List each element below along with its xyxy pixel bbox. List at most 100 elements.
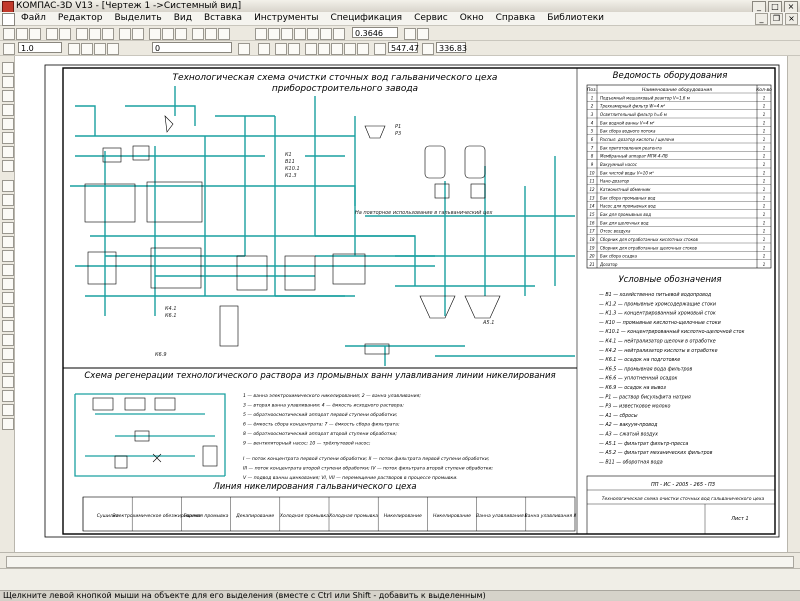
zoom-window-icon[interactable] <box>294 28 306 40</box>
help-icon[interactable] <box>218 28 230 40</box>
regen-note: 1 — ванна электрохимического никелирован… <box>243 393 421 399</box>
round-icon[interactable] <box>331 43 343 55</box>
drawing-canvas[interactable]: Технологическая схема очистки сточных во… <box>15 56 787 552</box>
point-icon[interactable] <box>2 180 14 192</box>
refresh-icon[interactable] <box>255 28 267 40</box>
grid-toggle-icon[interactable] <box>288 43 300 55</box>
chamfer-icon[interactable] <box>2 334 14 346</box>
paste-icon[interactable] <box>102 28 114 40</box>
pan-icon[interactable] <box>307 28 319 40</box>
undo-icon[interactable] <box>119 28 131 40</box>
polyline-icon[interactable] <box>2 264 14 276</box>
layer-props-icon[interactable] <box>238 43 250 55</box>
line-cell: Ванна улавливания II <box>525 513 577 519</box>
horizontal-scrollbar[interactable] <box>0 552 800 569</box>
dimensions-icon[interactable] <box>2 76 14 88</box>
table-tool-icon[interactable] <box>2 418 14 430</box>
layer-field[interactable]: 0 <box>152 42 232 53</box>
properties-icon[interactable] <box>149 28 161 40</box>
regen-note: I — поток концентрата первой ступени обр… <box>243 456 490 462</box>
cs-icon[interactable] <box>305 43 317 55</box>
mdi-close-button[interactable]: × <box>785 13 798 25</box>
manager-icon[interactable] <box>162 28 174 40</box>
equipment-cell: Бак сбора промывных вод <box>600 195 656 200</box>
contour-icon[interactable] <box>2 376 14 388</box>
cut-icon[interactable] <box>76 28 88 40</box>
zoom-in-icon[interactable] <box>268 28 280 40</box>
legend-list: — В1 — хозяйственно питьевой водопровод —… <box>599 292 745 465</box>
open-file-icon[interactable] <box>16 28 28 40</box>
geometry-icon[interactable] <box>2 62 14 74</box>
edit-icon[interactable] <box>2 104 14 116</box>
document-icon[interactable] <box>2 13 15 26</box>
circle-icon[interactable] <box>2 222 14 234</box>
zoom-dynamic-icon[interactable] <box>333 28 345 40</box>
menu-specification[interactable]: Спецификация <box>329 12 403 25</box>
window-title: КОМПАС-3D V13 - [Чертеж 1 ->Системный ви… <box>16 1 242 11</box>
menu-window[interactable]: Окно <box>459 12 485 25</box>
equidistant-icon[interactable] <box>2 362 14 374</box>
menu-view[interactable]: Вид <box>173 12 193 25</box>
zoom-all-icon[interactable] <box>320 28 332 40</box>
ellipse-icon[interactable] <box>2 250 14 262</box>
style-icon[interactable] <box>3 43 15 55</box>
copy-icon[interactable] <box>89 28 101 40</box>
text-tool-icon[interactable] <box>2 404 14 416</box>
measure-icon[interactable] <box>205 28 217 40</box>
snap-icon[interactable] <box>417 28 429 40</box>
hatch-icon[interactable] <box>2 320 14 332</box>
save-icon[interactable] <box>29 28 41 40</box>
new-file-icon[interactable] <box>3 28 15 40</box>
menu-help[interactable]: Справка <box>495 12 537 25</box>
view-icon[interactable] <box>81 43 93 55</box>
equipment-cell: Катионитный обменник <box>600 187 651 192</box>
ortho-icon[interactable] <box>258 43 270 55</box>
fillet-icon[interactable] <box>2 348 14 360</box>
menu-file[interactable]: Файл <box>20 12 47 25</box>
local-cs-icon[interactable] <box>107 43 119 55</box>
preview-icon[interactable] <box>59 28 71 40</box>
menu-libraries[interactable]: Библиотеки <box>546 12 605 25</box>
regen-pump-9 <box>152 453 162 463</box>
segment-icon[interactable] <box>2 208 14 220</box>
state-icon[interactable] <box>94 43 106 55</box>
menu-tools[interactable]: Инструменты <box>253 12 319 25</box>
print-icon[interactable] <box>46 28 58 40</box>
y-coordinate-field[interactable]: 336.83 <box>436 42 467 53</box>
grid-icon[interactable] <box>404 28 416 40</box>
zoom-field[interactable]: 0.3646 <box>352 27 398 38</box>
selection-icon[interactable] <box>2 146 14 158</box>
menu-edit[interactable]: Редактор <box>57 12 104 25</box>
flow-label: А5.1 <box>482 320 494 326</box>
polygon-icon[interactable] <box>2 306 14 318</box>
spec-icon[interactable] <box>2 160 14 172</box>
equipment-cell: Мембранный аппарат МГМ-4-ЛВ <box>600 154 668 159</box>
measure-2d-icon[interactable] <box>2 132 14 144</box>
mdi-minimize-button[interactable]: _ <box>755 13 768 25</box>
layer-icon[interactable] <box>68 43 80 55</box>
equipment-cell: 19 <box>589 245 595 250</box>
arc-icon[interactable] <box>2 236 14 248</box>
auxiliary-line-icon[interactable] <box>2 390 14 402</box>
snap-toggle-icon[interactable] <box>275 43 287 55</box>
designations-icon[interactable] <box>2 90 14 102</box>
menu-insert[interactable]: Вставка <box>203 12 243 25</box>
x-coordinate-field[interactable]: 547.47 <box>388 42 419 53</box>
zoom-out-icon[interactable] <box>281 28 293 40</box>
vertical-scrollbar[interactable] <box>787 56 800 552</box>
step-icon[interactable] <box>357 43 369 55</box>
menu-service[interactable]: Сервис <box>413 12 449 25</box>
menu-select[interactable]: Выделить <box>113 12 162 25</box>
angle-icon[interactable] <box>344 43 356 55</box>
library-icon[interactable] <box>175 28 187 40</box>
legend-item: — А1 — сбросы <box>599 413 638 419</box>
spline-icon[interactable] <box>2 278 14 290</box>
cursor-icon[interactable] <box>318 43 330 55</box>
variables-icon[interactable] <box>192 28 204 40</box>
parametrization-icon[interactable] <box>2 118 14 130</box>
line-icon[interactable] <box>2 194 14 206</box>
scale-field[interactable]: 1.0 <box>18 42 62 53</box>
rectangle-icon[interactable] <box>2 292 14 304</box>
mdi-restore-button[interactable]: ❐ <box>770 13 783 25</box>
redo-icon[interactable] <box>132 28 144 40</box>
